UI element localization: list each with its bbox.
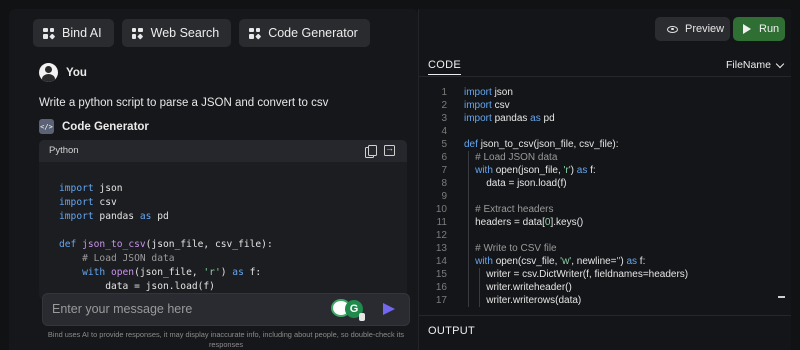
output-label: OUTPUT	[428, 325, 476, 337]
editor-code-line: writer = csv.DictWriter(f, fieldnames=he…	[464, 269, 689, 280]
chevron-down-icon	[775, 59, 785, 68]
tab-code[interactable]: CODE	[428, 59, 461, 75]
minimize-icon[interactable]	[778, 296, 785, 298]
divider	[419, 76, 791, 77]
editor-code-line: with open(csv_file, 'w', newline='') as …	[464, 256, 646, 267]
editor-code-line: writer.writeheader()	[464, 282, 572, 293]
assistant-message-header: </> Code Generator	[39, 119, 149, 134]
line-number: 6	[441, 152, 447, 163]
code-editor[interactable]: 1 2 3 4 5 6 7 8 9 10 11 12 13 14 15 16 17 import json imp…	[419, 86, 791, 311]
line-number: 5	[441, 139, 447, 150]
code-icon: </>	[39, 119, 54, 134]
bind-ai-label: Bind AI	[62, 26, 102, 40]
snippet-code-line: import csv	[59, 197, 117, 208]
chat-panel: Bind AI Web Search Code Generator You Wr…	[9, 9, 418, 350]
user-prompt: Write a python script to parse a JSON an…	[39, 97, 329, 109]
snippet-code-line: def json_to_csv(json_file, csv_file):	[59, 239, 273, 250]
line-number: 8	[441, 178, 447, 189]
disclaimer-text: Bind uses AI to provide responses, it ma…	[47, 330, 405, 349]
user-name: You	[66, 66, 87, 79]
editor-code-line: import csv	[464, 100, 510, 111]
user-avatar-icon	[39, 63, 58, 82]
line-number: 12	[435, 230, 447, 241]
editor-code-line: import json	[464, 87, 513, 98]
line-number: 3	[441, 113, 447, 124]
editor-code-line	[464, 229, 688, 242]
line-number: 4	[441, 126, 447, 137]
grammar-extension-icon[interactable]: G	[331, 299, 365, 321]
send-icon[interactable]	[383, 303, 395, 315]
code-snippet-block: Python import json import csv import panda…	[39, 140, 407, 300]
play-icon	[743, 24, 751, 34]
editor-code-line: with open(json_file, 'r') as f:	[464, 165, 596, 176]
user-message-header: You	[39, 63, 87, 82]
preview-button[interactable]: Preview	[655, 17, 730, 41]
editor-code-line	[464, 190, 688, 203]
message-input[interactable]	[52, 302, 312, 316]
editor-code-line: # Write to CSV file	[464, 243, 557, 254]
grid-icon	[249, 27, 261, 39]
copy-icon[interactable]	[365, 145, 377, 158]
line-number: 9	[441, 191, 447, 202]
editor-code-line: # Load JSON data	[464, 152, 558, 163]
line-number: 2	[441, 100, 447, 111]
assistant-name: Code Generator	[62, 120, 149, 133]
grid-icon	[43, 27, 55, 39]
code-editor-panel: Preview Run CODE FileName 1 2 3 4 5 6 7 8 9 10 11 1…	[418, 9, 791, 350]
filename-dropdown[interactable]: FileName	[726, 59, 785, 71]
export-icon[interactable]	[384, 143, 395, 156]
editor-code-line	[464, 125, 688, 138]
line-number: 16	[435, 282, 447, 293]
web-search-label: Web Search	[150, 26, 220, 40]
code-lines: import json import csv import pandas as pd…	[464, 86, 688, 307]
snippet-code-line: import json	[59, 183, 123, 194]
line-number: 11	[436, 217, 447, 228]
eye-icon	[667, 25, 678, 33]
editor-code-line: import pandas as pd	[464, 113, 555, 124]
mode-buttons: Bind AI Web Search Code Generator	[33, 19, 370, 47]
editor-code-line: data = json.load(f)	[464, 178, 567, 189]
line-number: 14	[435, 256, 447, 267]
preview-label: Preview	[685, 23, 725, 35]
line-number-gutter: 1 2 3 4 5 6 7 8 9 10 11 12 13 14 15 16 17	[431, 86, 447, 307]
snippet-code-line: with open(json_file, 'r') as f:	[59, 267, 262, 278]
code-generator-button[interactable]: Code Generator	[239, 19, 370, 47]
divider	[419, 315, 791, 316]
line-number: 7	[441, 165, 447, 176]
run-label: Run	[759, 23, 780, 35]
editor-code-line: def json_to_csv(json_file, csv_file):	[464, 139, 619, 150]
line-number: 10	[435, 204, 447, 215]
line-number: 13	[435, 243, 447, 254]
code-generator-label: Code Generator	[268, 26, 358, 40]
filename-label: FileName	[726, 59, 771, 71]
code-snippet-header: Python	[39, 140, 407, 162]
code-snippet-text: import json import csv import pandas as pd…	[59, 182, 273, 294]
snippet-code-line	[59, 224, 273, 238]
line-number: 17	[435, 295, 447, 306]
editor-code-line: writer.writerows(data)	[464, 295, 582, 306]
line-number: 1	[441, 87, 447, 98]
snippet-code-line: import pandas as pd	[59, 211, 169, 222]
code-language-label: Python	[49, 145, 79, 156]
snippet-code-line: data = json.load(f)	[59, 281, 215, 292]
web-search-button[interactable]: Web Search	[121, 19, 232, 47]
editor-code-line: headers = data[0].keys()	[464, 217, 584, 228]
message-input-bar: G	[42, 293, 410, 326]
snippet-code-line: # Load JSON data	[59, 253, 175, 264]
grid-icon	[131, 27, 144, 39]
editor-code-line: # Extract headers	[464, 204, 554, 215]
run-button[interactable]: Run	[733, 17, 785, 41]
bind-ai-button[interactable]: Bind AI	[33, 19, 114, 47]
line-number: 15	[435, 269, 447, 280]
